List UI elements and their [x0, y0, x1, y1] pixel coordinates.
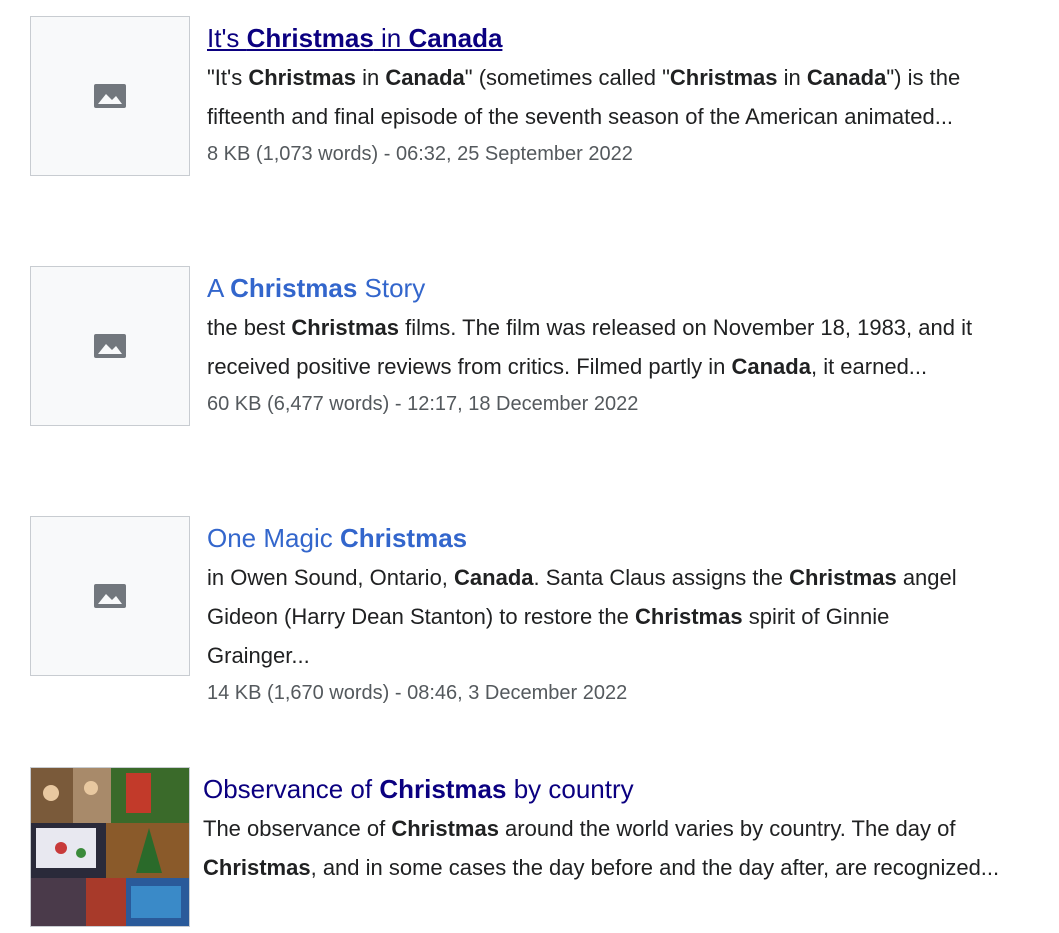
- result-snippet: the best Christmas films. The film was r…: [207, 308, 1017, 386]
- result-title-link[interactable]: It's Christmas in Canada: [207, 20, 502, 56]
- text-segment: in: [355, 65, 386, 90]
- text-segment: A: [207, 273, 231, 303]
- text-segment: Story: [357, 273, 426, 303]
- result-snippet: "It's Christmas in Canada" (sometimes ca…: [207, 58, 1027, 136]
- search-match-highlight: Canada: [385, 65, 465, 90]
- text-segment: around the world varies by country. The …: [498, 816, 956, 841]
- image-placeholder-icon: [94, 84, 126, 108]
- result-thumbnail[interactable]: [30, 516, 190, 676]
- text-segment: the best: [207, 315, 292, 340]
- search-match-highlight: Christmas: [391, 816, 499, 841]
- result-snippet: in Owen Sound, Ontario, Canada. Santa Cl…: [207, 558, 997, 675]
- search-match-highlight: Christmas: [635, 604, 743, 629]
- result-thumbnail[interactable]: [30, 767, 190, 927]
- text-segment: in: [777, 65, 807, 90]
- search-match-highlight: Christmas: [379, 774, 507, 804]
- search-match-highlight: Christmas: [291, 315, 399, 340]
- text-segment: " (sometimes called ": [464, 65, 670, 90]
- text-segment: , it earned...: [810, 354, 928, 379]
- search-match-highlight: Christmas: [789, 565, 897, 590]
- result-title-link[interactable]: One Magic Christmas: [207, 520, 467, 556]
- text-segment: by country: [506, 774, 634, 804]
- result-title-link[interactable]: A Christmas Story: [207, 270, 425, 306]
- text-segment: in Owen Sound, Ontario,: [207, 565, 455, 590]
- result-thumbnail[interactable]: [30, 266, 190, 426]
- search-match-highlight: Canada: [454, 565, 534, 590]
- text-segment: . Santa Claus assigns the: [533, 565, 790, 590]
- text-segment: One Magic: [207, 523, 340, 553]
- text-segment: The observance of: [203, 816, 392, 841]
- result-metadata: 8 KB (1,073 words) - 06:32, 25 September…: [207, 143, 633, 165]
- text-segment: , and in some cases the day before and t…: [310, 855, 1000, 880]
- search-match-highlight: Canada: [408, 23, 503, 53]
- text-segment: in: [373, 23, 409, 53]
- search-match-highlight: Christmas: [669, 65, 778, 90]
- search-match-highlight: Christmas: [230, 273, 358, 303]
- search-match-highlight: Christmas: [246, 23, 374, 53]
- search-match-highlight: Christmas: [339, 523, 468, 553]
- result-thumbnail[interactable]: [30, 16, 190, 176]
- result-title-link[interactable]: Observance of Christmas by country: [203, 771, 634, 807]
- search-match-highlight: Christmas: [248, 65, 356, 90]
- text-segment: It's: [207, 23, 247, 53]
- image-placeholder-icon: [94, 584, 126, 608]
- text-segment: Observance of: [203, 774, 380, 804]
- result-metadata: 14 KB (1,670 words) - 08:46, 3 December …: [207, 682, 628, 704]
- image-placeholder-icon: [94, 334, 126, 358]
- result-snippet: The observance of Christmas around the w…: [203, 809, 1033, 887]
- text-segment: "It's: [207, 65, 249, 90]
- result-metadata: 60 KB (6,477 words) - 12:17, 18 December…: [207, 393, 639, 415]
- search-match-highlight: Canada: [731, 354, 811, 379]
- christmas-collage-photo: [31, 768, 189, 926]
- search-match-highlight: Christmas: [203, 855, 311, 880]
- search-match-highlight: Canada: [806, 65, 887, 90]
